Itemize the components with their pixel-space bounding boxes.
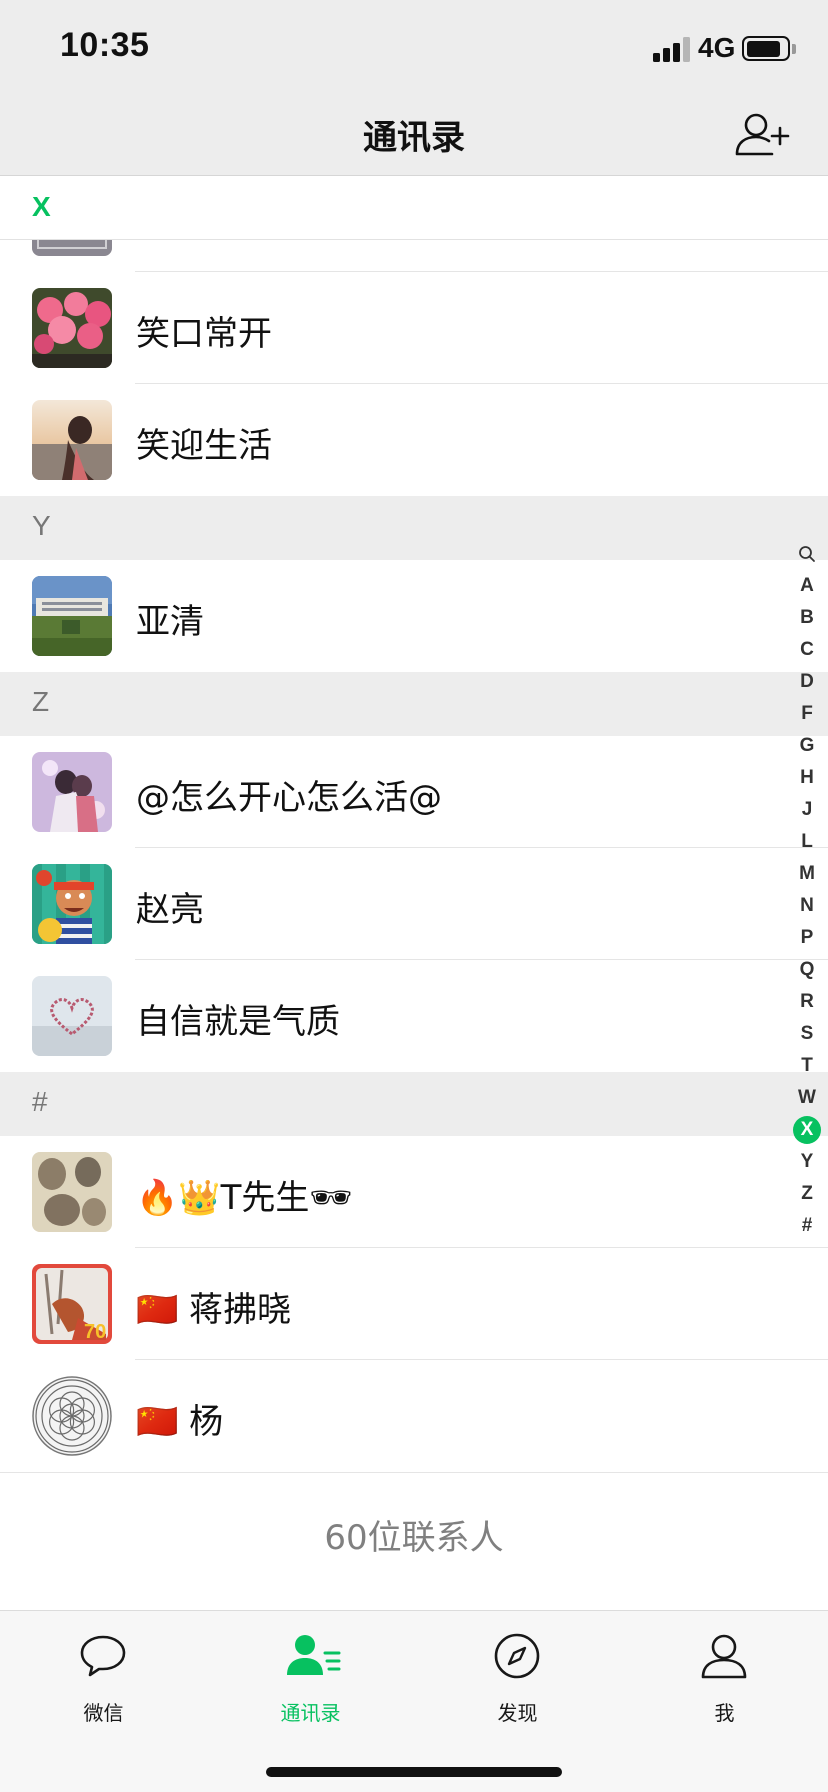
index-letter[interactable]: A — [790, 572, 824, 600]
section-header-x: X — [0, 176, 828, 240]
contact-list[interactable]: X 小玲 笑口常开 笑迎生活 Y 亚清 Z — [0, 176, 828, 1610]
index-letter[interactable]: M — [790, 860, 824, 888]
index-letter[interactable]: F — [790, 700, 824, 728]
avatar — [32, 576, 112, 656]
index-letter[interactable]: C — [790, 636, 824, 664]
index-letter[interactable]: Q — [790, 956, 824, 984]
add-contact-button[interactable] — [734, 110, 790, 158]
index-letter[interactable]: P — [790, 924, 824, 952]
signal-strength-icon — [653, 36, 691, 62]
contact-name: 亚清 — [136, 602, 204, 642]
index-letter[interactable]: # — [790, 1212, 824, 1240]
contact-row-yang[interactable]: 🇨🇳 杨 — [0, 1360, 828, 1472]
add-friend-icon — [735, 113, 790, 156]
contact-row-zixin[interactable]: 自信就是气质 — [0, 960, 828, 1072]
index-letter[interactable]: N — [790, 892, 824, 920]
network-type: 4G — [698, 32, 736, 63]
tab-label: 通讯录 — [280, 1701, 341, 1725]
contact-row-xiaoyingshenghuo[interactable]: 笑迎生活 — [0, 384, 828, 496]
person-icon — [701, 1634, 747, 1679]
contact-name: 🇨🇳 蒋拂晓 — [136, 1290, 292, 1330]
nav-bar: 通讯录 — [0, 92, 828, 176]
tab-contacts[interactable]: 通讯录 — [207, 1611, 414, 1725]
contact-name: 笑口常开 — [136, 314, 272, 354]
tab-label: 微信 — [83, 1701, 124, 1725]
contact-row-t-xiansheng[interactable]: 🔥👑T先生🕶 — [0, 1136, 828, 1248]
tab-label: 我 — [714, 1701, 735, 1725]
contacts-icon — [287, 1635, 341, 1675]
avatar — [32, 1376, 112, 1456]
avatar — [32, 288, 112, 368]
status-bar: 10:35 4G — [0, 0, 828, 92]
tab-label: 发现 — [497, 1701, 538, 1725]
tab-bar: 微信 通讯录 发现 我 — [0, 1610, 828, 1792]
index-letter[interactable]: B — [790, 604, 824, 632]
status-time: 10:35 — [60, 26, 150, 64]
index-search-icon[interactable] — [790, 540, 824, 568]
contact-name: 🔥👑T先生🕶 — [136, 1178, 353, 1218]
page-title: 通讯录 — [363, 118, 465, 158]
contact-name: 🇨🇳 杨 — [136, 1402, 224, 1442]
contact-name: @怎么开心怎么活@ — [136, 778, 442, 818]
index-letter[interactable]: Z — [790, 1180, 824, 1208]
section-letter: Y — [32, 510, 51, 541]
tab-me[interactable]: 我 — [621, 1611, 828, 1725]
index-letter[interactable]: W — [790, 1084, 824, 1112]
battery-icon — [742, 36, 790, 61]
section-header-y: Y — [0, 496, 828, 560]
index-letter[interactable]: Y — [790, 1148, 824, 1176]
index-letter[interactable]: H — [790, 764, 824, 792]
avatar — [32, 1152, 112, 1232]
avatar — [32, 400, 112, 480]
contact-row-yaqing[interactable]: 亚清 — [0, 560, 828, 672]
contact-row-zenme[interactable]: @怎么开心怎么活@ — [0, 736, 828, 848]
index-letter[interactable]: T — [790, 1052, 824, 1080]
contact-row-xiaokouchangkai[interactable]: 笑口常开 — [0, 272, 828, 384]
index-letter[interactable]: J — [790, 796, 824, 824]
home-indicator[interactable] — [266, 1767, 562, 1777]
index-letter[interactable]: X — [790, 1116, 824, 1144]
index-letter[interactable]: D — [790, 668, 824, 696]
index-letter[interactable]: G — [790, 732, 824, 760]
chat-bubble-icon — [80, 1635, 126, 1677]
contact-name: 自信就是气质 — [136, 1002, 340, 1042]
svg-text:70: 70 — [84, 1321, 106, 1343]
index-letter[interactable]: L — [790, 828, 824, 856]
section-letter: X — [32, 191, 51, 222]
contact-row-zhaoliang[interactable]: 赵亮 — [0, 848, 828, 960]
contact-name: 赵亮 — [136, 890, 204, 930]
battery-cap — [792, 44, 796, 54]
avatar — [32, 864, 112, 944]
section-header-z: Z — [0, 672, 828, 736]
contact-row-jiangfuxiao[interactable]: 70 🇨🇳 蒋拂晓 — [0, 1248, 828, 1360]
section-letter: # — [32, 1086, 48, 1117]
avatar: 70 — [32, 1264, 112, 1344]
index-letter[interactable]: R — [790, 988, 824, 1016]
avatar — [32, 976, 112, 1056]
tab-weixin[interactable]: 微信 — [0, 1611, 207, 1725]
avatar — [32, 752, 112, 832]
section-letter: Z — [32, 686, 50, 717]
section-header-hash: # — [0, 1072, 828, 1136]
compass-icon — [494, 1633, 540, 1679]
contact-name: 笑迎生活 — [136, 426, 272, 466]
divider — [0, 1472, 828, 1473]
tab-discover[interactable]: 发现 — [414, 1611, 621, 1725]
search-icon — [799, 546, 815, 562]
index-letter[interactable]: S — [790, 1020, 824, 1048]
contact-count: 60位联系人 — [324, 1518, 504, 1558]
